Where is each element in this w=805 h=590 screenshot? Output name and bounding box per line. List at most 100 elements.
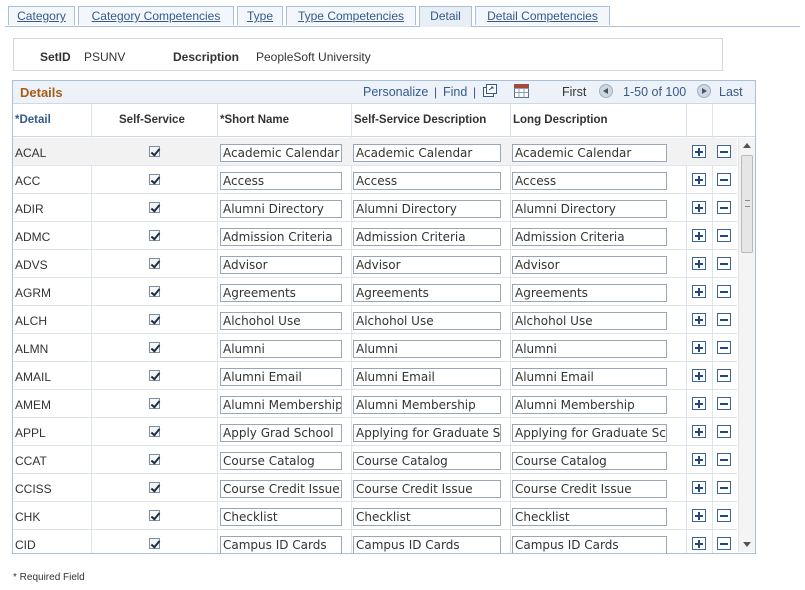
self-service-checkbox[interactable]	[149, 510, 160, 521]
delete-row-icon[interactable]	[717, 481, 731, 494]
scroll-thumb[interactable]	[741, 155, 753, 253]
ss-description-input[interactable]: Advisor	[353, 256, 501, 274]
ss-description-input[interactable]: Access	[353, 172, 501, 190]
delete-row-icon[interactable]	[717, 173, 731, 186]
ss-description-input[interactable]: Alumni Membership	[353, 396, 501, 414]
tab-detail-competencies[interactable]: Detail Competencies	[475, 6, 610, 25]
self-service-checkbox[interactable]	[149, 230, 160, 241]
ss-description-input[interactable]: Alchohol Use	[353, 312, 501, 330]
self-service-checkbox[interactable]	[149, 286, 160, 297]
short-name-input[interactable]: Course Catalog	[220, 452, 342, 470]
self-service-checkbox[interactable]	[149, 426, 160, 437]
add-row-icon[interactable]	[692, 481, 706, 494]
long-description-input[interactable]: Alchohol Use	[512, 312, 667, 330]
short-name-input[interactable]: Alumni Directory	[220, 200, 342, 218]
self-service-checkbox[interactable]	[149, 538, 160, 549]
delete-row-icon[interactable]	[717, 201, 731, 214]
long-description-input[interactable]: Checklist	[512, 508, 667, 526]
add-row-icon[interactable]	[692, 425, 706, 438]
delete-row-icon[interactable]	[717, 145, 731, 158]
short-name-input[interactable]: Course Credit Issue	[220, 480, 342, 498]
download-spreadsheet-icon[interactable]	[514, 84, 529, 98]
self-service-checkbox[interactable]	[149, 370, 160, 381]
short-name-input[interactable]: Alchohol Use	[220, 312, 342, 330]
last-link[interactable]: Last	[719, 85, 743, 99]
long-description-input[interactable]: Admission Criteria	[512, 228, 667, 246]
long-description-input[interactable]: Alumni	[512, 340, 667, 358]
short-name-input[interactable]: Campus ID Cards	[220, 536, 342, 553]
short-name-input[interactable]: Advisor	[220, 256, 342, 274]
add-row-icon[interactable]	[692, 229, 706, 242]
delete-row-icon[interactable]	[717, 285, 731, 298]
self-service-checkbox[interactable]	[149, 174, 160, 185]
long-description-input[interactable]: Course Catalog	[512, 452, 667, 470]
delete-row-icon[interactable]	[717, 509, 731, 522]
add-row-icon[interactable]	[692, 257, 706, 270]
add-row-icon[interactable]	[692, 341, 706, 354]
delete-row-icon[interactable]	[717, 257, 731, 270]
scroll-down-icon[interactable]	[743, 542, 751, 547]
short-name-input[interactable]: Apply Grad School	[220, 424, 342, 442]
ss-description-input[interactable]: Alumni	[353, 340, 501, 358]
add-row-icon[interactable]	[692, 369, 706, 382]
previous-page-icon[interactable]	[599, 84, 613, 98]
ss-description-input[interactable]: Campus ID Cards	[353, 536, 501, 553]
long-description-input[interactable]: Agreements	[512, 284, 667, 302]
long-description-input[interactable]: Alumni Membership	[512, 396, 667, 414]
delete-row-icon[interactable]	[717, 453, 731, 466]
long-description-input[interactable]: Advisor	[512, 256, 667, 274]
self-service-checkbox[interactable]	[149, 342, 160, 353]
short-name-input[interactable]: Agreements	[220, 284, 342, 302]
add-row-icon[interactable]	[692, 145, 706, 158]
ss-description-input[interactable]: Checklist	[353, 508, 501, 526]
delete-row-icon[interactable]	[717, 313, 731, 326]
add-row-icon[interactable]	[692, 313, 706, 326]
add-row-icon[interactable]	[692, 201, 706, 214]
add-row-icon[interactable]	[692, 537, 706, 550]
delete-row-icon[interactable]	[717, 537, 731, 550]
next-page-icon[interactable]	[697, 84, 711, 98]
short-name-input[interactable]: Admission Criteria	[220, 228, 342, 246]
ss-description-input[interactable]: Admission Criteria	[353, 228, 501, 246]
self-service-checkbox[interactable]	[149, 398, 160, 409]
ss-description-input[interactable]: Course Credit Issue	[353, 480, 501, 498]
ss-description-input[interactable]: Agreements	[353, 284, 501, 302]
delete-row-icon[interactable]	[717, 369, 731, 382]
scroll-up-icon[interactable]	[743, 143, 751, 148]
add-row-icon[interactable]	[692, 397, 706, 410]
long-description-input[interactable]: Alumni Email	[512, 368, 667, 386]
ss-description-input[interactable]: Applying for Graduate Sc	[353, 424, 501, 442]
ss-description-input[interactable]: Alumni Email	[353, 368, 501, 386]
view-all-icon[interactable]	[482, 84, 497, 98]
long-description-input[interactable]: Course Credit Issue	[512, 480, 667, 498]
delete-row-icon[interactable]	[717, 341, 731, 354]
grid-scrollbar[interactable]	[738, 138, 755, 552]
ss-description-input[interactable]: Alumni Directory	[353, 200, 501, 218]
tab-category-competencies[interactable]: Category Competencies	[78, 6, 234, 25]
tab-category[interactable]: Category	[8, 6, 75, 25]
col-detail[interactable]: *Detail	[15, 114, 51, 126]
add-row-icon[interactable]	[692, 509, 706, 522]
self-service-checkbox[interactable]	[149, 454, 160, 465]
self-service-checkbox[interactable]	[149, 146, 160, 157]
short-name-input[interactable]: Academic Calendar	[220, 144, 342, 162]
long-description-input[interactable]: Access	[512, 172, 667, 190]
tab-detail[interactable]: Detail	[419, 6, 472, 27]
find-link[interactable]: Find	[443, 85, 467, 99]
delete-row-icon[interactable]	[717, 425, 731, 438]
short-name-input[interactable]: Access	[220, 172, 342, 190]
short-name-input[interactable]: Alumni Membership	[220, 396, 342, 414]
short-name-input[interactable]: Checklist	[220, 508, 342, 526]
long-description-input[interactable]: Applying for Graduate Sch	[512, 424, 667, 442]
add-row-icon[interactable]	[692, 285, 706, 298]
self-service-checkbox[interactable]	[149, 258, 160, 269]
long-description-input[interactable]: Academic Calendar	[512, 144, 667, 162]
short-name-input[interactable]: Alumni	[220, 340, 342, 358]
add-row-icon[interactable]	[692, 173, 706, 186]
short-name-input[interactable]: Alumni Email	[220, 368, 342, 386]
personalize-link[interactable]: Personalize	[363, 85, 428, 99]
long-description-input[interactable]: Campus ID Cards	[512, 536, 667, 553]
tab-type[interactable]: Type	[237, 6, 283, 25]
add-row-icon[interactable]	[692, 453, 706, 466]
self-service-checkbox[interactable]	[149, 202, 160, 213]
